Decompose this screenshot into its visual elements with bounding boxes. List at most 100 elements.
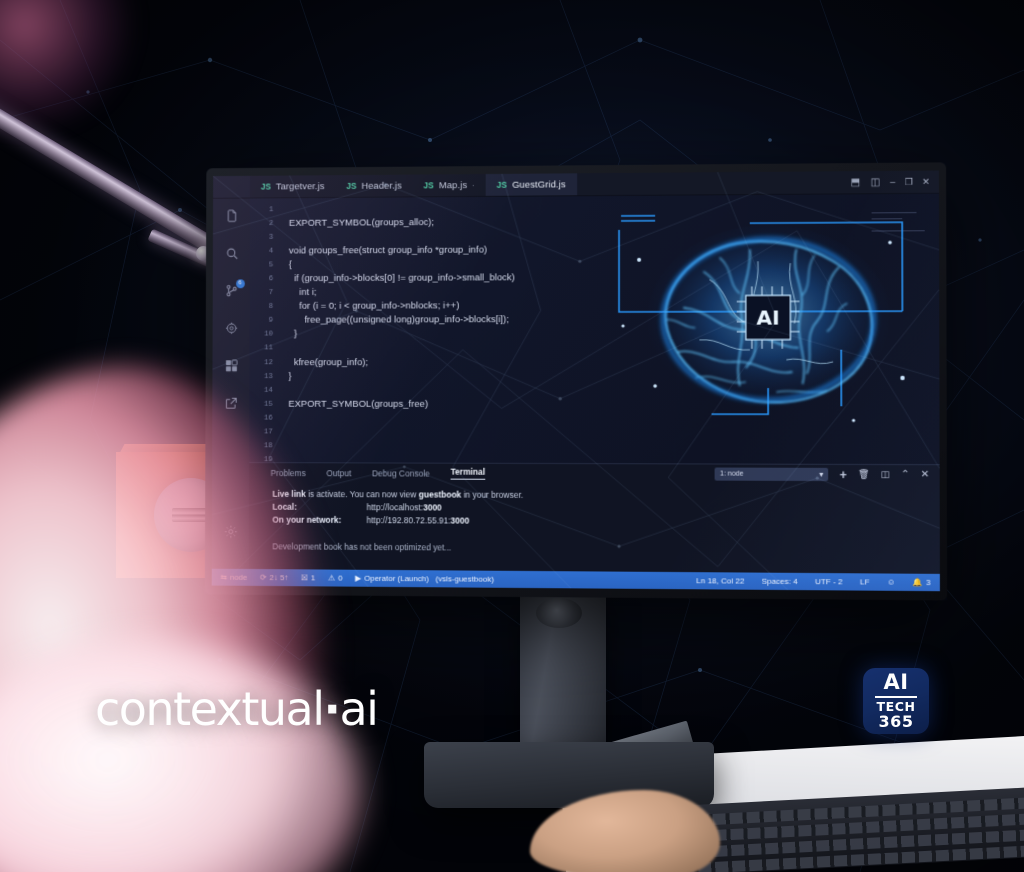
trash-icon[interactable]: 🗑 [858,469,870,480]
chevron-down-icon: ▾ [819,469,824,479]
tab-label: Map.js [438,179,468,191]
line-number: 9 [268,317,274,326]
tab-header-js[interactable]: JS Header.js [335,175,412,197]
editor-group: 1234567891011121314151617181920 EXPORT_S… [248,193,940,574]
launch-target-label: (vsls-guestbook) [435,574,494,584]
search-icon[interactable] [224,246,239,261]
js-file-icon: JS [260,181,272,192]
titlebar-actions: ⬒ ◫ – ❐ ✕ [851,176,939,188]
cursor-position[interactable]: Ln 18, Col 22 [696,576,744,585]
split-terminal-icon[interactable]: ◫ [881,469,890,480]
bell-icon: 🔔 [912,577,924,587]
end-of-line[interactable]: LF [860,577,870,586]
line-number: 13 [264,372,273,381]
monitor-bezel: JS Targetver.js JS Header.js JS Map.js · [204,162,948,601]
code-line[interactable] [288,425,864,440]
code-line[interactable]: EXPORT_SYMBOL(groups_free) [288,397,863,412]
panel-tab-terminal[interactable]: Terminal [450,466,486,480]
ai-tech-365-badge: AI TECH 365 [863,668,929,734]
terminal-network-row: On your network: http://192.80.72.55.91:… [272,514,939,531]
explorer-icon[interactable] [224,208,239,223]
encoding[interactable]: UTF - 2 [815,577,843,586]
status-bar-right: Ln 18, Col 22 Spaces: 4 UTF - 2 LF ☺ 🔔 3 [696,576,930,587]
feedback-smiley-icon[interactable]: ☺ [887,578,895,587]
tab-label: GuestGrid.js [512,178,566,191]
tabbar-activity-spacer [213,175,251,198]
tab-targetver-js[interactable]: JS Targetver.js [250,175,335,197]
warning-value: 0 [338,573,343,583]
code-line[interactable]: for (i = 0; i < group_info->nblocks; i++… [289,298,864,314]
tab-label: Header.js [361,180,402,192]
network-url[interactable]: http://192.80.72.55.91:3000 [367,514,470,527]
contextual-ai-logo: contextual·ai [95,686,379,732]
line-number: 4 [268,247,274,256]
live-link-mid: is activate. You can now view [305,489,419,500]
panel-tab-debug-console[interactable]: Debug Console [372,468,430,478]
screenshot-root: JS Targetver.js JS Header.js JS Map.js · [0,0,1024,872]
line-number: 12 [264,358,273,367]
extensions-icon[interactable] [224,358,239,373]
line-number: 1 [268,206,274,215]
tab-guestgrid-js[interactable]: JS GuestGrid.js [485,173,577,196]
code-line[interactable]: kfree(group_info); [288,355,863,369]
line-number: 15 [263,400,273,409]
code-line[interactable] [289,341,864,356]
panel-tab-output[interactable]: Output [326,468,351,478]
code-line[interactable]: } [288,369,863,383]
window-controls: – ❐ ✕ [890,176,930,187]
terminal-selector[interactable]: 1: node ▾ [714,467,829,482]
split-editor-icon[interactable]: ⬒ [851,177,861,188]
logo-text-main: contextual [95,682,325,736]
line-number-gutter: 1234567891011121314151617181920 [249,198,279,464]
code-line[interactable] [288,439,864,454]
logo-dot: · [323,682,341,736]
line-number: 2 [268,220,274,228]
notifications-bell[interactable]: 🔔 3 [913,578,931,587]
play-icon: ▶ [355,573,362,583]
new-terminal-button[interactable]: + [840,467,847,481]
js-file-icon: JS [496,179,508,190]
minimize-button[interactable]: – [890,177,895,187]
panel-actions: 1: node ▾ + 🗑 ◫ ⌃ ✕ [714,467,940,482]
restore-button[interactable]: ❐ [905,176,913,187]
bell-count: 3 [926,577,931,588]
code-editor[interactable]: 1234567891011121314151617181920 EXPORT_S… [249,193,940,465]
live-link-suffix: in your browser. [461,489,524,500]
line-number: 8 [268,303,274,312]
tab-map-js[interactable]: JS Map.js · [413,174,486,196]
local-url[interactable]: http://localhost:3000 [367,501,442,514]
layout-icon[interactable]: ◫ [870,177,880,188]
source-control-badge: 6 [235,279,245,289]
code-content[interactable]: EXPORT_SYMBOL(groups_alloc); void groups… [278,194,863,464]
guestbook-name: guestbook [418,489,462,500]
line-number: 14 [263,386,273,395]
code-line[interactable] [288,411,863,426]
launch-config-label: Operator (Launch) [364,573,429,584]
minimap[interactable] [863,194,939,464]
run-debug-icon[interactable] [224,321,239,336]
js-file-icon: JS [346,180,357,191]
line-number: 6 [268,275,274,284]
line-number: 3 [268,233,274,242]
monitor-stand-hinge [536,598,582,628]
tab-label: Targetver.js [275,180,325,192]
monitor: JS Targetver.js JS Header.js JS Map.js · [204,162,948,601]
logo-text-suffix: ai [339,682,378,736]
terminal-note: Development book has not been optimized … [272,541,452,553]
code-line[interactable] [288,384,863,398]
source-control-icon[interactable]: 6 [224,279,245,298]
code-line[interactable]: } [289,327,864,342]
indentation[interactable]: Spaces: 4 [762,577,798,586]
line-number: 11 [264,344,273,353]
terminal-output[interactable]: Live link is activate. You can now view … [249,482,940,558]
close-button[interactable]: ✕ [922,176,930,187]
launch-configuration[interactable]: ▶ Operator (Launch) (vsls-guestbook) [355,574,494,584]
line-number: 16 [263,414,273,423]
badge-line-ai: AI [883,670,909,694]
terminal-panel: Problems Output Debug Console Terminal 1… [248,462,940,574]
workbench-body: 6 1 2 3 4 5 6 7 8 9 10 11 12 13 14 15 16… [211,193,940,574]
code-line[interactable]: free_page((unsigned long)group_info->blo… [289,313,864,328]
tab-separator: · [472,180,475,190]
maximize-panel-button[interactable]: ⌃ [901,469,910,480]
close-panel-button[interactable]: ✕ [921,469,930,480]
